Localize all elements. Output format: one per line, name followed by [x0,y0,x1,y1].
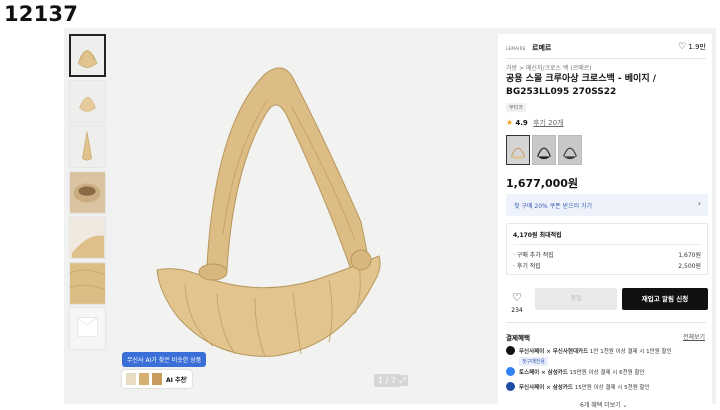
color-option-black[interactable] [532,135,556,165]
heart-icon: ♡ [678,42,687,52]
points-max-label: 4,170원 최대적립 [513,232,562,239]
thumbnail-3[interactable] [69,125,106,168]
points-row-review: · 후기 적립 2,500원 [513,261,701,270]
ai-recommend-label: AI 추천 [166,377,187,384]
thumbnail-5[interactable] [69,216,106,259]
brand-logo[interactable]: LEMAIRE [506,46,526,51]
ai-thumb-1 [126,373,136,385]
brand-like-count: 1.9만 [688,43,706,51]
points-row-label: · 후기 적립 [513,263,541,270]
samsung-card-icon [506,382,515,391]
divider [513,244,701,245]
color-option-dark[interactable] [558,135,582,165]
brand-row: LEMAIRE 르메르 ♡ 1.9만 [506,42,706,56]
main-product-image[interactable] [115,34,416,395]
sold-out-button[interactable]: 품절 [535,288,617,310]
product-info-panel: LEMAIRE 르메르 ♡ 1.9만 가방 > 메신저/크로스 백 (르메르) … [498,34,712,410]
breadcrumb[interactable]: 가방 > 메신저/크로스 백 (르메르) [506,63,592,72]
points-row-purchase: · 구매 추가 적립 1,670원 [513,250,701,259]
croissant-bag-image [156,67,381,357]
rating-score: 4.9 [515,119,528,127]
musinsa-pay-icon [506,346,515,355]
points-box: 4,170원 최대적립 · 구매 추가 적립 1,670원 · 후기 적립 2,… [506,223,708,275]
ai-thumb-2 [139,373,149,385]
product-title: 공용 스몰 크루아상 크로스백 - 베이지 / BG253LL095 270SS… [506,74,657,97]
ai-thumb-3 [152,373,162,385]
points-row-value: 2,500원 [678,263,701,270]
thumbnail-2[interactable] [69,79,106,123]
thumbnail-1[interactable] [69,34,106,77]
thumbnail-4[interactable] [69,170,106,214]
boutique-badge: 부티크 [506,103,526,112]
ai-similar-tooltip: 무신사 AI가 찾은 비슷한 상품 [122,352,207,367]
thumbnail-7[interactable] [69,307,106,350]
rating[interactable]: ★ 4.9 후기 20개 [506,118,564,128]
expand-icon[interactable]: ⤢ [397,375,408,386]
wishlist-count: 234 [511,307,523,314]
benefit-title: 토스페이 × 삼성카드 [519,370,568,376]
chevron-right-icon: › [697,199,701,208]
restock-alert-button[interactable]: 재입고 알림 신청 [622,288,708,310]
chevron-right-icon: › [185,374,188,382]
color-option-beige[interactable] [506,135,530,165]
divider [506,322,706,323]
first-purchase-tag: 첫구매전용 [519,357,549,366]
thumbnail-6[interactable] [69,261,106,305]
benefit-desc: 15만원 이상 결제 시 6천원 할인 [567,370,645,376]
coupon-banner-text: 첫 구매 20% 쿠폰 받으러 가기 [514,203,593,210]
action-buttons: ♡ 234 품절 재입고 알림 신청 [506,286,708,316]
heart-icon: ♡ [512,291,522,304]
divider [506,58,706,59]
wishlist-button[interactable]: ♡ 234 [506,286,528,314]
review-count-link[interactable]: 후기 20개 [533,119,563,127]
payment-benefits-title: 결제혜택 [506,334,530,342]
points-row-label: · 구매 추가 적립 [513,252,554,259]
benefit-desc: 1만 1천원 이상 결제 시 1만원 할인 [588,349,672,355]
points-row-value: 1,670원 [678,252,701,259]
more-benefits-toggle[interactable]: 6개 혜택 더보기 ⌄ [580,400,628,409]
view-all-benefits-link[interactable]: 전체보기 [683,332,705,341]
brand-name[interactable]: 르메르 [532,43,551,53]
ai-recommend-button[interactable]: AI 추천 › [122,370,192,388]
product-price: 1,677,000원 [506,177,579,190]
toss-pay-icon [506,367,515,376]
thumbnail-list [69,34,107,353]
benefit-title: 무신사페이 × 무신사현대카드 [519,349,589,355]
benefit-title: 무신사페이 × 삼성카드 [519,385,573,391]
benefit-desc: 15만원 이상 결제 시 5천원 할인 [572,385,650,391]
first-purchase-coupon-banner[interactable]: 첫 구매 20% 쿠폰 받으러 가기 › [506,194,708,216]
star-icon: ★ [506,118,514,127]
page-id-label: 12137 [4,2,79,26]
brand-like-button[interactable]: ♡ 1.9만 [678,42,706,52]
